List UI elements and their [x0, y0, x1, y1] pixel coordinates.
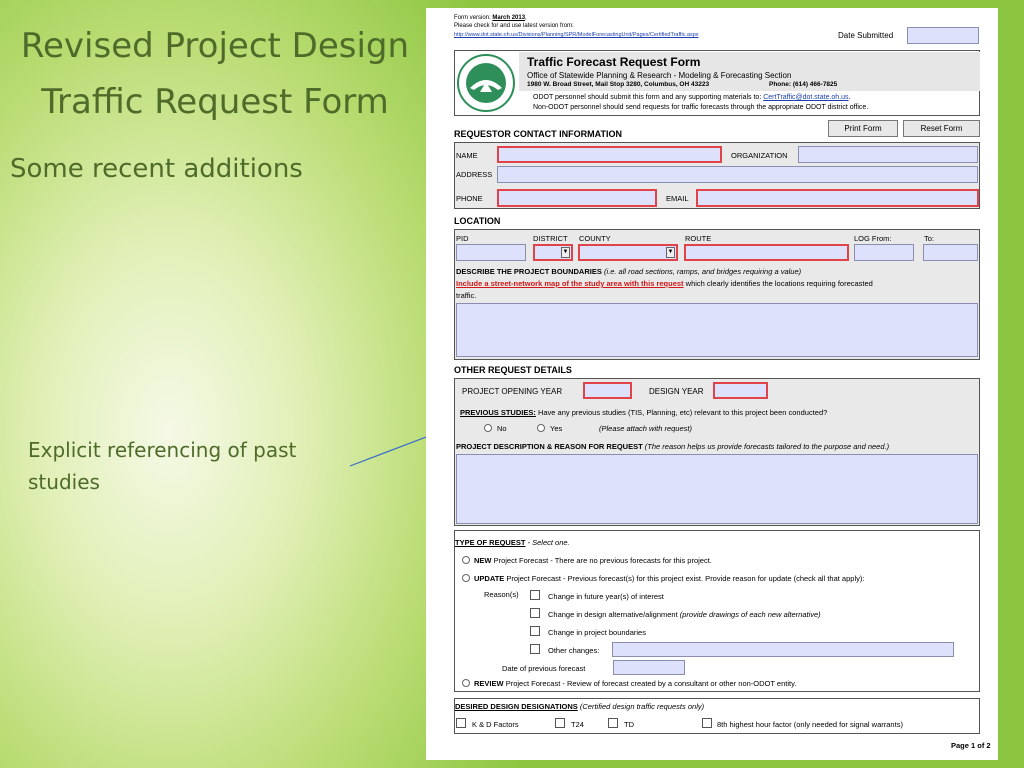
design-year-field[interactable]: [713, 382, 768, 399]
eighth-hour-checkbox[interactable]: [702, 718, 712, 728]
opening-year-label: PROJECT OPENING YEAR: [462, 387, 563, 396]
reason4-label: Other changes:: [548, 646, 600, 655]
email-label: EMAIL: [666, 194, 689, 203]
design-designations-header: DESIRED DESIGN DESIGNATIONS (Certified d…: [455, 702, 705, 711]
update-forecast-label: UPDATE Project Forecast - Previous forec…: [474, 574, 865, 583]
route-label: ROUTE: [685, 234, 712, 243]
form-header-box: Traffic Forecast Request Form Office of …: [454, 50, 980, 116]
route-field[interactable]: [684, 244, 849, 261]
traffic-request-form: Form version: March 2013, Please check f…: [426, 8, 998, 760]
organization-field[interactable]: [798, 146, 978, 163]
t24-label: T24: [571, 720, 584, 729]
reasons-label: Reason(s): [484, 590, 519, 599]
review-forecast-radio[interactable]: [462, 679, 470, 687]
chevron-down-icon: ▼: [666, 247, 675, 258]
pid-field[interactable]: [456, 244, 526, 261]
nonodot-note: Non-ODOT personnel should send requests …: [533, 104, 869, 111]
name-label: NAME: [456, 151, 478, 160]
previous-studies-no-radio[interactable]: [484, 424, 492, 432]
odot-email-link[interactable]: CertTraffic@dot.state.oh.us: [763, 94, 848, 101]
address-field[interactable]: [497, 166, 978, 183]
chevron-down-icon: ▼: [561, 247, 570, 258]
opening-year-field[interactable]: [583, 382, 632, 399]
county-label: COUNTY: [579, 234, 611, 243]
previous-studies-yes-radio[interactable]: [537, 424, 545, 432]
form-version: Form version: March 2013,: [454, 15, 527, 21]
td-label: TD: [624, 720, 634, 729]
date-submitted-label: Date Submitted: [838, 31, 894, 40]
form-title-block: Traffic Forecast Request Form Office of …: [519, 52, 980, 91]
district-select[interactable]: ▼: [533, 244, 573, 261]
to-label: To:: [924, 234, 935, 243]
address-label: ADDRESS: [456, 170, 493, 179]
page-number: Page 1 of 2: [951, 741, 991, 750]
reason4-checkbox[interactable]: [530, 644, 540, 654]
name-field[interactable]: [497, 146, 722, 163]
print-form-button[interactable]: Print Form: [828, 120, 898, 137]
project-description-textarea[interactable]: [456, 454, 978, 524]
log-to-field[interactable]: [923, 244, 978, 261]
reason2-checkbox[interactable]: [530, 608, 540, 618]
type-of-request-header: TYPE OF REQUEST - Select one.: [455, 538, 570, 547]
form-office: Office of Statewide Planning & Research …: [527, 71, 792, 80]
email-field[interactable]: [696, 189, 979, 207]
new-forecast-label: NEW Project Forecast - There are no prev…: [474, 556, 712, 565]
map-instruction: Include a street-network map of the stud…: [456, 279, 873, 288]
location-header: LOCATION: [454, 216, 501, 226]
form-address: 1980 W. Broad Street, Mail Stop 3280, Co…: [527, 81, 710, 88]
previous-studies-question: PREVIOUS STUDIES: Have any previous stud…: [460, 408, 828, 417]
pid-label: PID: [456, 234, 469, 243]
odot-seal-icon: [457, 54, 515, 112]
form-title: Traffic Forecast Request Form: [527, 55, 701, 69]
map-instruction-end: traffic.: [456, 291, 477, 300]
review-forecast-label: REVIEW Project Forecast - Review of fore…: [474, 679, 797, 688]
reason1-label: Change in future year(s) of interest: [548, 592, 664, 601]
phone-field[interactable]: [497, 189, 657, 207]
eighth-hour-label: 8th highest hour factor (only needed for…: [717, 720, 903, 729]
reason3-label: Change in project boundaries: [548, 628, 646, 637]
prev-forecast-date-label: Date of previous forecast: [502, 664, 586, 673]
organization-label: ORGANIZATION: [731, 151, 788, 160]
boundaries-textarea[interactable]: [456, 303, 978, 357]
phone-label: PHONE: [456, 194, 483, 203]
no-label: No: [497, 424, 507, 433]
attach-note: (Please attach with request): [599, 424, 692, 433]
log-from-field[interactable]: [854, 244, 914, 261]
design-year-label: DESIGN YEAR: [649, 387, 704, 396]
requestor-header: REQUESTOR CONTACT INFORMATION: [454, 129, 622, 139]
kd-factors-label: K & D Factors: [472, 720, 519, 729]
form-phone: Phone: (614) 466-7825: [769, 81, 838, 88]
other-details-header: OTHER REQUEST DETAILS: [454, 365, 572, 375]
update-forecast-radio[interactable]: [462, 574, 470, 582]
td-checkbox[interactable]: [608, 718, 618, 728]
yes-label: Yes: [550, 424, 563, 433]
reason2-label: Change in design alternative/alignment (…: [548, 610, 821, 619]
prev-forecast-date-field[interactable]: [613, 660, 685, 675]
check-text: Please check for and use latest version …: [454, 23, 574, 29]
reset-form-button[interactable]: Reset Form: [903, 120, 980, 137]
log-from-label: LOG From:: [854, 234, 892, 243]
date-submitted-field[interactable]: [907, 27, 979, 44]
reason3-checkbox[interactable]: [530, 626, 540, 636]
boundaries-label: DESCRIBE THE PROJECT BOUNDARIES (i.e. al…: [456, 267, 802, 276]
odot-note: ODOT personnel should submit this form a…: [533, 94, 851, 101]
form-url-link[interactable]: http://www.dot.state.oh.us/Divisions/Pla…: [454, 32, 699, 38]
project-description-label: PROJECT DESCRIPTION & REASON FOR REQUEST…: [456, 442, 890, 451]
kd-factors-checkbox[interactable]: [456, 718, 466, 728]
new-forecast-radio[interactable]: [462, 556, 470, 564]
district-label: DISTRICT: [533, 234, 568, 243]
other-changes-field[interactable]: [612, 642, 954, 657]
t24-checkbox[interactable]: [555, 718, 565, 728]
reason1-checkbox[interactable]: [530, 590, 540, 600]
county-select[interactable]: ▼: [578, 244, 678, 261]
